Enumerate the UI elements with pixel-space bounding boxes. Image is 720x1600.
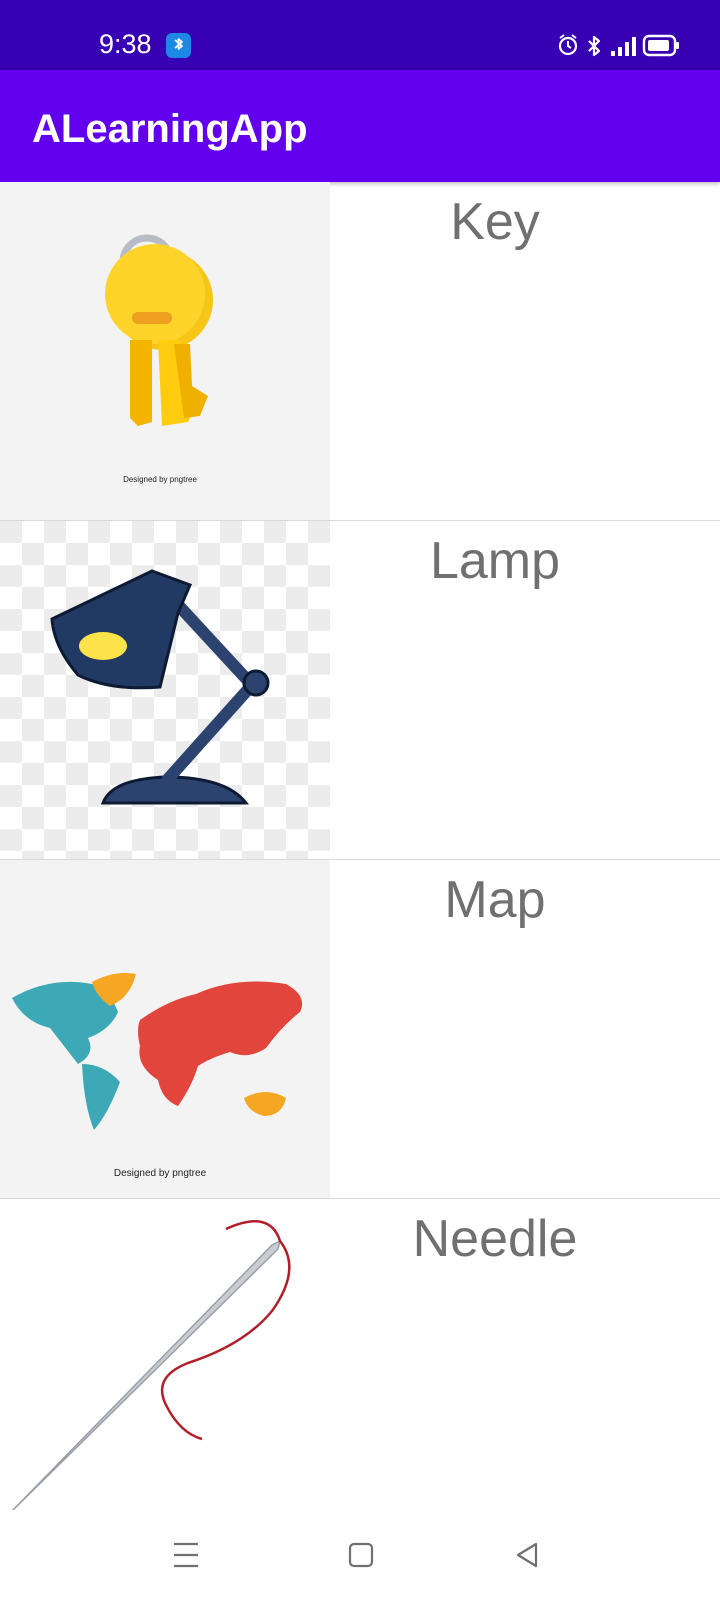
bluetooth-app-icon — [166, 33, 191, 58]
item-label: Map — [444, 871, 546, 929]
bluetooth-icon — [588, 35, 601, 57]
map-image: Designed by pngtree — [0, 860, 330, 1198]
key-image: Designed by pngtree — [0, 182, 330, 520]
signal-icon — [611, 37, 636, 56]
status-time: 9:38 — [99, 29, 152, 59]
app-bar: ALearningApp — [0, 70, 720, 182]
key-watermark: Designed by pngtree — [123, 475, 197, 484]
menu-icon[interactable] — [166, 1538, 206, 1574]
item-list: Designed by pngtree Key Lamp Designed by… — [0, 182, 720, 1538]
item-label: Key — [450, 193, 540, 251]
home-icon[interactable] — [341, 1538, 381, 1574]
status-bar: 9:38 — [0, 0, 720, 70]
back-icon[interactable] — [508, 1538, 548, 1574]
item-label: Lamp — [429, 532, 561, 590]
app-title: ALearningApp — [32, 107, 308, 151]
list-item-key[interactable]: Designed by pngtree Key — [0, 182, 720, 521]
list-item-lamp[interactable]: Lamp — [0, 521, 720, 860]
item-label: Needle — [412, 1210, 578, 1268]
alarm-icon — [558, 34, 578, 56]
list-item-map[interactable]: Designed by pngtree Map — [0, 860, 720, 1199]
status-icons — [555, 31, 680, 61]
map-watermark: Designed by pngtree — [114, 1168, 207, 1179]
battery-icon — [642, 34, 679, 57]
navigation-bar — [0, 1510, 720, 1600]
needle-image — [0, 1199, 330, 1537]
lamp-image — [0, 521, 330, 859]
list-item-needle[interactable]: Needle — [0, 1199, 720, 1538]
